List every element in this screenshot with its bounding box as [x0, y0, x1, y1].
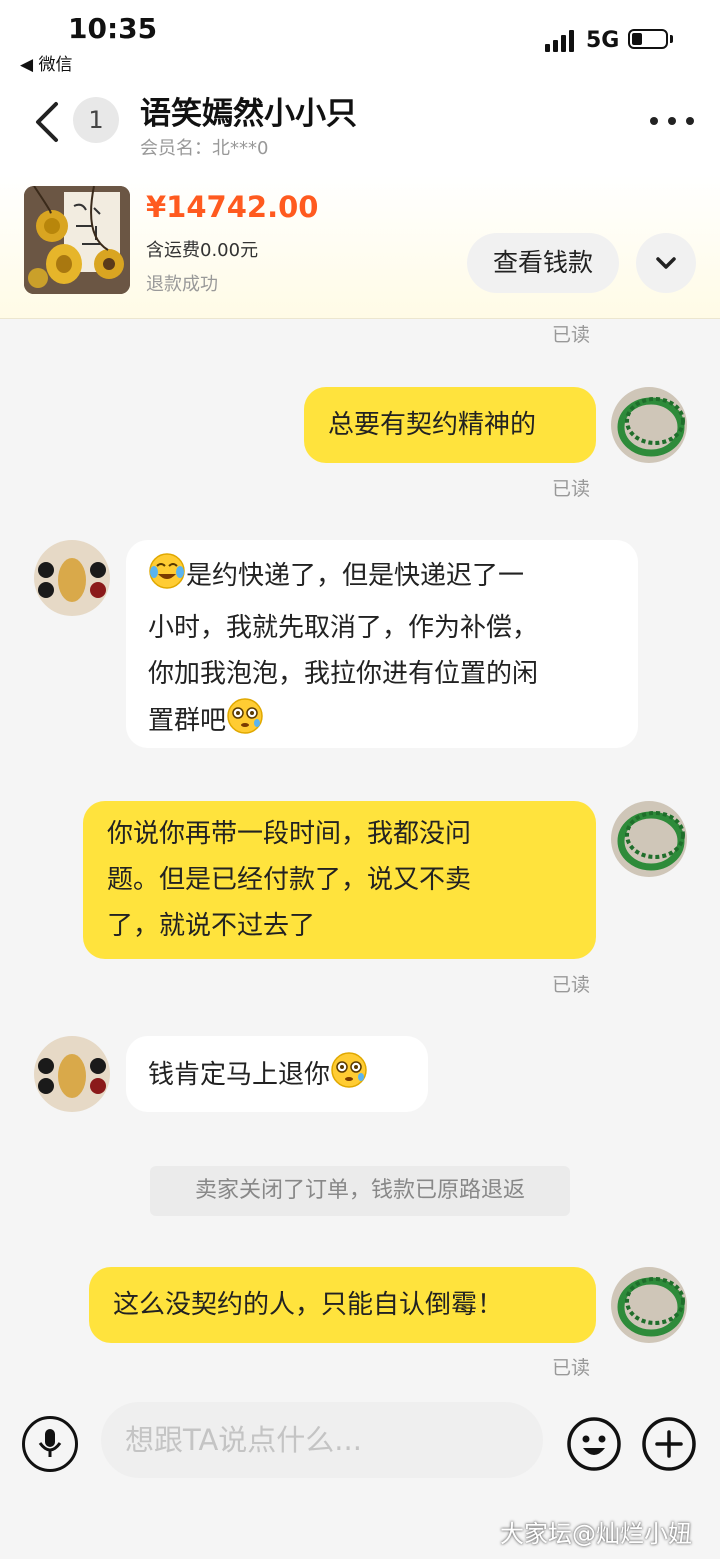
message-input[interactable] — [101, 1402, 543, 1478]
seller-avatar[interactable] — [34, 1036, 110, 1112]
shipping-fee: 含运费0.00元 — [146, 240, 259, 261]
network-type: 5G — [586, 28, 620, 53]
chat-title: 语笑嫣然小小只 — [140, 96, 357, 132]
more-dot-icon — [686, 117, 694, 125]
message-text: 总要有契约精神的 — [328, 410, 537, 440]
message-bubble-received[interactable]: 是约快递了，但是快递迟了一 小时，我就先取消了，作为补偿， 你加我泡泡，我拉你进… — [126, 540, 638, 748]
emoji-picker-button[interactable] — [566, 1416, 622, 1472]
bead-bracelet-avatar — [34, 540, 110, 616]
chevron-down-icon — [656, 257, 676, 269]
flushed-face-emoji-icon — [330, 1051, 368, 1104]
read-receipt: 已读 — [552, 974, 591, 996]
more-dot-icon — [668, 117, 676, 125]
product-thumbnail[interactable] — [24, 186, 130, 294]
message-bubble-sent[interactable]: 总要有契约精神的 — [304, 387, 596, 463]
product-price: ¥14742.00 — [146, 190, 319, 224]
jade-bracelet-avatar — [611, 801, 687, 877]
gold-pendants-image — [24, 186, 130, 294]
add-attachment-button[interactable] — [641, 1416, 697, 1472]
message-text-line: 了，就说不过去了 — [107, 911, 316, 941]
more-options-button[interactable] — [650, 112, 694, 130]
voice-input-button[interactable] — [22, 1416, 78, 1472]
expand-button[interactable] — [636, 233, 696, 293]
bead-bracelet-avatar — [34, 1036, 110, 1112]
jade-bracelet-avatar — [611, 387, 687, 463]
header-divider — [0, 318, 720, 319]
message-text-line: 题。但是已经付款了，说又不卖 — [107, 865, 472, 895]
my-avatar[interactable] — [611, 1267, 687, 1343]
view-payment-button[interactable]: 查看钱款 — [467, 233, 619, 293]
back-button[interactable] — [30, 100, 66, 144]
seller-avatar[interactable] — [34, 540, 110, 616]
message-bubble-sent[interactable]: 这么没契约的人，只能自认倒霉！ — [89, 1267, 596, 1343]
signal-icon — [545, 30, 574, 52]
flushed-face-emoji-icon — [226, 697, 264, 750]
message-text-line: 你加我泡泡，我拉你进有位置的闲 — [148, 659, 539, 689]
my-avatar[interactable] — [611, 387, 687, 463]
message-text: 钱肯定马上退你 — [148, 1060, 331, 1090]
read-receipt: 已读 — [552, 324, 591, 346]
microphone-icon — [38, 1429, 62, 1457]
message-bubble-sent[interactable]: 你说你再带一段时间，我都没问 题。但是已经付款了，说又不卖 了，就说不过去了 — [83, 801, 596, 959]
back-to-wechat-link[interactable]: ◀ 微信 — [20, 50, 72, 75]
unread-count-badge[interactable]: 1 — [73, 97, 119, 143]
battery-icon — [628, 29, 668, 49]
message-text-line: 置群吧 — [148, 706, 227, 736]
message-text-line: 你说你再带一段时间，我都没问 — [107, 819, 472, 849]
status-time: 10:35 — [68, 12, 158, 45]
order-status: 退款成功 — [146, 274, 218, 295]
read-receipt: 已读 — [552, 1357, 591, 1379]
system-message: 卖家关闭了订单，钱款已原路退返 — [150, 1166, 570, 1216]
jade-bracelet-avatar — [611, 1267, 687, 1343]
battery-tip — [670, 35, 673, 43]
message-bubble-received[interactable]: 钱肯定马上退你 — [126, 1036, 428, 1112]
my-avatar[interactable] — [611, 801, 687, 877]
more-dot-icon — [650, 117, 658, 125]
message-text-line: 是约快递了，但是快递迟了一 — [186, 561, 525, 591]
watermark: 大家坛@灿烂小妞 — [500, 1520, 692, 1548]
message-text: 这么没契约的人，只能自认倒霉！ — [113, 1290, 504, 1320]
member-name: 会员名：北***0 — [140, 138, 269, 159]
crying-laughing-emoji-icon — [148, 552, 186, 605]
read-receipt: 已读 — [552, 478, 591, 500]
message-text-line: 小时，我就先取消了，作为补偿， — [148, 613, 539, 643]
